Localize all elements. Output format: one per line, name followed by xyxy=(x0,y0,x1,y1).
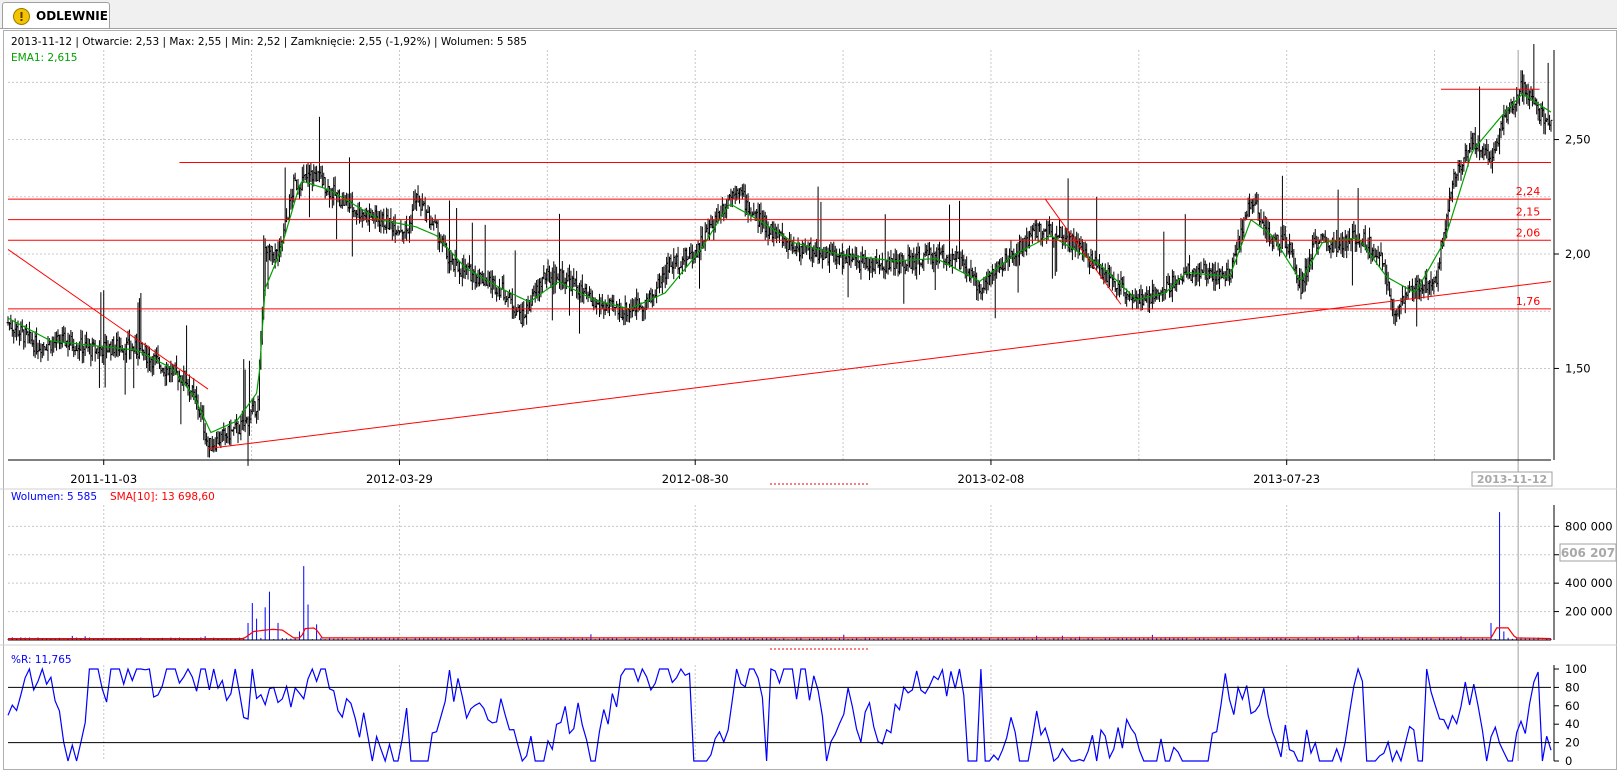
y-tick-label: 100 xyxy=(1565,662,1587,676)
wr-label: %R: 11,765 xyxy=(11,654,72,666)
level-label: 2,06 xyxy=(1516,226,1541,239)
y-tick-label: 20 xyxy=(1565,736,1580,750)
x-tick-label: 2012-03-29 xyxy=(366,472,433,486)
y-tick-label: 40 xyxy=(1565,717,1580,731)
stock-chart: 2,242,152,061,76 2011-11-03 2012-03-29 201… xyxy=(0,36,1617,768)
y-tick-label: 800 000 xyxy=(1565,519,1613,533)
x-tick-label: 2011-11-03 xyxy=(70,472,137,486)
y-tick-label: 80 xyxy=(1565,680,1580,694)
x-tick-label: 2013-02-08 xyxy=(958,472,1025,486)
williams-r-line xyxy=(7,666,1552,764)
x-tick-label: 2013-07-23 xyxy=(1253,472,1320,486)
level-label: 2,15 xyxy=(1516,206,1541,219)
info-line: 2013-11-12 | Otwarcie: 2,53 | Max: 2,55 … xyxy=(11,36,527,48)
trendline xyxy=(207,280,1552,450)
volume-label: Wolumen: 5 585 xyxy=(11,491,97,503)
sma-line xyxy=(8,627,1552,640)
y-tick-label: 0 xyxy=(1565,754,1572,768)
current-volume-label: 606 207 xyxy=(1561,546,1615,560)
y-tick-label: 60 xyxy=(1565,699,1580,713)
y-tick-label: 400 000 xyxy=(1565,576,1613,590)
x-tick-label: 2012-08-30 xyxy=(662,472,729,486)
level-label: 1,76 xyxy=(1516,295,1541,308)
ema-line xyxy=(7,93,1552,434)
y-tick-label: 2,50 xyxy=(1565,133,1591,147)
level-label: 2,24 xyxy=(1516,185,1541,198)
y-tick-label: 200 000 xyxy=(1565,605,1613,619)
sma-label: SMA[10]: 13 698,60 xyxy=(110,491,215,503)
current-date-label: 2013-11-12 xyxy=(1477,473,1547,486)
ema-label: EMA1: 2,615 xyxy=(11,52,78,64)
y-tick-label: 2,00 xyxy=(1565,247,1591,261)
y-tick-label: 1,50 xyxy=(1565,361,1591,375)
